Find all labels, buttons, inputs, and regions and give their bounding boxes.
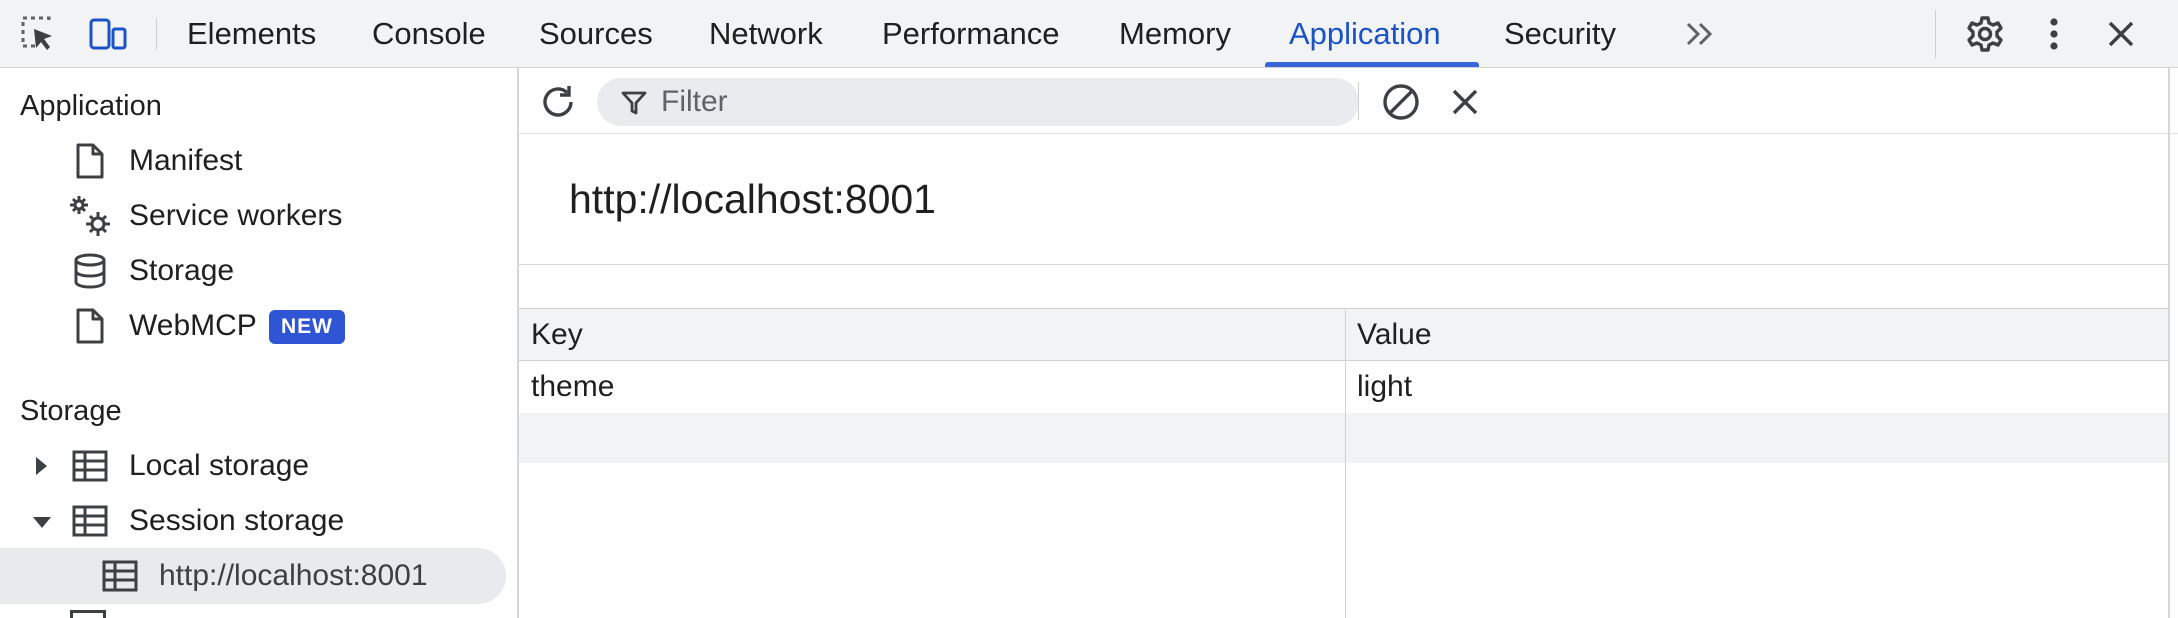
tab-application[interactable]: Application xyxy=(1289,0,1441,68)
settings-gear-icon[interactable] xyxy=(1965,14,2005,54)
sidebar-item-label: Storage xyxy=(129,254,235,287)
refresh-icon[interactable] xyxy=(537,81,579,123)
tab-security[interactable]: Security xyxy=(1504,0,1616,68)
new-badge: NEW xyxy=(269,310,345,344)
table-header xyxy=(519,309,2169,361)
clear-all-icon[interactable] xyxy=(1381,82,1421,122)
table-cell-value[interactable]: light xyxy=(1357,361,1412,413)
tab-sources[interactable]: Sources xyxy=(539,0,653,68)
sidebar-item-label: http://localhost:8001 xyxy=(159,559,428,592)
panel-right-border xyxy=(2168,68,2170,618)
filter-input[interactable] xyxy=(661,78,1341,126)
filter-bar xyxy=(519,68,2178,134)
delete-selected-icon[interactable] xyxy=(1451,88,1479,116)
sidebar: Application Manifest Service workers Sto… xyxy=(0,68,517,618)
devtools-toolbar: Elements Console Sources Network Perform… xyxy=(0,0,2178,68)
expand-arrow-icon[interactable] xyxy=(36,457,47,475)
filter-divider xyxy=(1358,82,1359,120)
sidebar-item-label: Service workers xyxy=(129,199,343,232)
sidebar-section-application: Application xyxy=(20,90,162,122)
table-row-empty[interactable] xyxy=(519,413,2169,463)
tab-console[interactable]: Console xyxy=(372,0,486,68)
sidebar-item-storage[interactable]: Storage xyxy=(68,245,468,297)
sidebar-section-storage: Storage xyxy=(20,395,122,427)
inspect-element-icon[interactable] xyxy=(19,14,59,54)
table-icon xyxy=(68,440,112,492)
sidebar-item-local-storage[interactable]: Local storage xyxy=(68,440,468,492)
gears-icon xyxy=(68,190,112,242)
sidebar-item-manifest[interactable]: Manifest xyxy=(68,135,468,187)
document-icon xyxy=(68,135,112,187)
column-resizer[interactable] xyxy=(1345,309,1346,618)
filter-field[interactable] xyxy=(597,78,1359,126)
toolbar-divider xyxy=(156,18,157,50)
sidebar-item-service-workers[interactable]: Service workers xyxy=(68,190,468,242)
database-icon xyxy=(68,245,112,297)
sidebar-item-webmcp[interactable]: WebMCP NEW xyxy=(68,300,468,352)
origin-divider xyxy=(519,264,2169,265)
sidebar-item-label: Local storage xyxy=(129,449,310,482)
column-header-key[interactable]: Key xyxy=(531,309,583,361)
storage-table: Key Value theme light xyxy=(519,308,2169,618)
table-icon xyxy=(98,550,142,602)
device-toolbar-icon[interactable] xyxy=(88,14,128,54)
table-icon xyxy=(70,610,106,618)
sidebar-item-session-origin[interactable]: http://localhost:8001 xyxy=(98,550,498,602)
more-tabs-icon[interactable] xyxy=(1680,14,1720,54)
sidebar-item-label: Session storage xyxy=(129,504,345,537)
sidebar-item-label: WebMCP xyxy=(129,309,257,342)
tab-memory[interactable]: Memory xyxy=(1119,0,1231,68)
sidebar-item-session-storage[interactable]: Session storage xyxy=(68,495,468,547)
sidebar-item-label: Manifest xyxy=(129,144,243,177)
active-tab-indicator xyxy=(1265,62,1479,67)
main-panel: http://localhost:8001 Key Value theme li… xyxy=(519,68,2178,618)
column-header-value[interactable]: Value xyxy=(1357,309,1432,361)
tab-elements[interactable]: Elements xyxy=(187,0,316,68)
collapse-arrow-icon[interactable] xyxy=(33,517,51,528)
table-cell-key[interactable]: theme xyxy=(531,361,614,413)
document-icon xyxy=(68,300,112,352)
filter-funnel-icon xyxy=(621,90,647,116)
origin-title: http://localhost:8001 xyxy=(569,176,936,222)
tab-network[interactable]: Network xyxy=(709,0,823,68)
tab-performance[interactable]: Performance xyxy=(882,0,1059,68)
table-icon xyxy=(68,495,112,547)
toolbar-divider xyxy=(1935,10,1936,58)
close-icon[interactable] xyxy=(2101,14,2141,54)
more-options-icon[interactable] xyxy=(2034,14,2074,54)
